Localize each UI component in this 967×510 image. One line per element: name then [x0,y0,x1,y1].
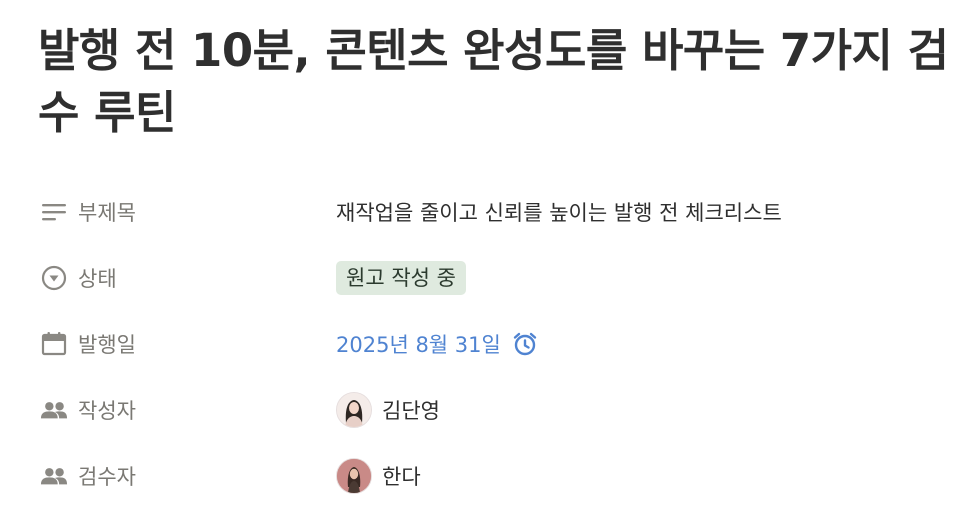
property-value-author[interactable]: 김단영 [336,390,440,430]
property-row-reviewer[interactable]: 검수자 한다 [40,444,940,510]
page: 발행 전 10분, 콘텐츠 완성도를 바꾸는 7가지 검수 루틴 부제목 재작업… [0,0,967,507]
property-row-subtitle[interactable]: 부제목 재작업을 줄이고 신뢰를 높이는 발행 전 체크리스트 [40,180,940,246]
property-name-reviewer[interactable]: 검수자 [40,456,136,496]
property-row-author[interactable]: 작성자 김단영 [40,378,940,444]
properties-list: 부제목 재작업을 줄이고 신뢰를 높이는 발행 전 체크리스트 상태 원고 작성… [40,180,940,510]
publish-date-text[interactable]: 2025년 8월 31일 [336,329,501,359]
property-label: 발행일 [78,333,136,357]
property-value-publish-date[interactable]: 2025년 8월 31일 [336,324,539,364]
property-label: 상태 [78,267,117,291]
property-row-status[interactable]: 상태 원고 작성 중 [40,246,940,312]
page-title[interactable]: 발행 전 10분, 콘텐츠 완성도를 바꾸는 7가지 검수 루틴 [38,20,958,144]
text-lines-icon [40,198,68,226]
property-label: 검수자 [78,465,136,489]
people-icon [40,396,68,424]
property-name-subtitle[interactable]: 부제목 [40,192,136,232]
property-value-subtitle[interactable]: 재작업을 줄이고 신뢰를 높이는 발행 전 체크리스트 [336,192,782,232]
property-name-publish-date[interactable]: 발행일 [40,324,136,364]
property-name-author[interactable]: 작성자 [40,390,136,430]
author-name: 김단영 [382,399,440,423]
property-row-publish-date[interactable]: 발행일 2025년 8월 31일 [40,312,940,378]
property-value-reviewer[interactable]: 한다 [336,456,421,496]
property-name-status[interactable]: 상태 [40,258,117,298]
status-badge[interactable]: 원고 작성 중 [336,261,466,295]
property-label: 부제목 [78,201,136,225]
status-circle-icon [40,264,68,292]
property-label: 작성자 [78,399,136,423]
reviewer-name: 한다 [382,465,421,489]
people-icon [40,462,68,490]
person-avatar[interactable] [336,458,372,494]
person-avatar[interactable] [336,392,372,428]
calendar-icon [40,330,68,358]
subtitle-text: 재작업을 줄이고 신뢰를 높이는 발행 전 체크리스트 [336,201,782,225]
property-value-status[interactable]: 원고 작성 중 [336,258,466,298]
alarm-clock-icon[interactable] [511,330,539,358]
